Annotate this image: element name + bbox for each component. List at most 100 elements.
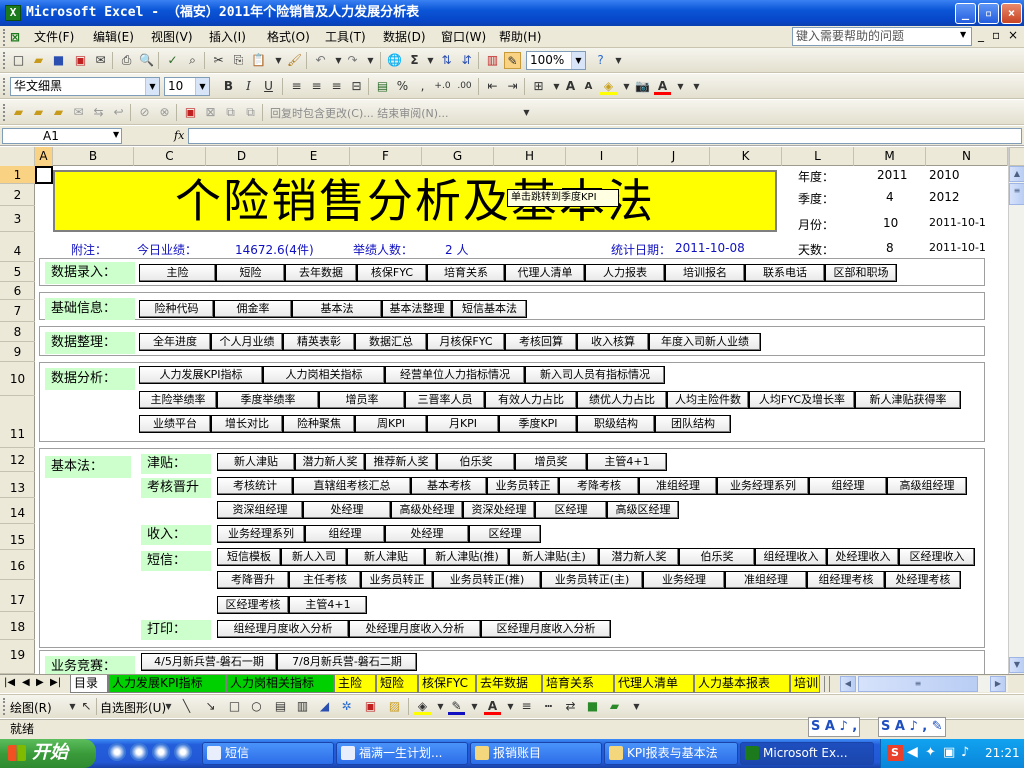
btn-commission-rate[interactable]: 佣金率: [214, 300, 292, 318]
row-header-18[interactable]: 18: [0, 612, 35, 640]
clock[interactable]: 21:21: [985, 746, 1020, 760]
column-header-j[interactable]: J: [638, 147, 710, 166]
redo-dropdown-icon[interactable]: ▼: [362, 52, 379, 69]
picture-icon[interactable]: ▨: [386, 698, 403, 715]
row-header-8[interactable]: 8: [0, 322, 35, 342]
row-header-4[interactable]: 4: [0, 232, 35, 262]
btn-assessment-recalc[interactable]: 考核回算: [505, 333, 577, 351]
btn-product-focus[interactable]: 险种聚焦: [283, 415, 355, 433]
btn-sms-associate-group-mgr[interactable]: 准组经理: [725, 571, 807, 589]
btn-last-year-data[interactable]: 去年数据: [285, 264, 357, 282]
hscroll-thumb[interactable]: ≡: [858, 676, 978, 692]
column-header-d[interactable]: D: [206, 147, 278, 166]
btn-monthly-fyc[interactable]: 月核保FYC: [427, 333, 505, 351]
vertical-textbox-icon[interactable]: ▥: [294, 698, 311, 715]
btn-associate-group-mgr[interactable]: 准组经理: [639, 477, 717, 495]
btn-income-business-mgr[interactable]: 业务经理系列: [217, 525, 305, 543]
prev-sheet-icon[interactable]: ◀: [22, 677, 30, 688]
btn-growth-compare[interactable]: 增长对比: [211, 415, 283, 433]
btn-sms-potential[interactable]: 潜力新人奖: [599, 548, 679, 566]
btn-new-hire-indicators[interactable]: 新入司人员有指标情况: [525, 366, 665, 384]
column-header-k[interactable]: K: [710, 147, 782, 166]
row-header-2[interactable]: 2: [0, 184, 35, 206]
task-excel[interactable]: Microsoft Ex...: [740, 742, 874, 765]
fx-icon[interactable]: fx: [174, 129, 184, 142]
btn-sms-division-income[interactable]: 处经理收入: [827, 548, 899, 566]
btn-quarter-kpi[interactable]: 季度KPI: [499, 415, 577, 433]
font-name-dropdown-icon[interactable]: ▼: [145, 78, 159, 95]
undo-icon[interactable]: ↶: [312, 52, 329, 69]
drawing-options-icon[interactable]: ▼: [628, 698, 645, 715]
merge-center-icon[interactable]: ⊟: [348, 78, 365, 95]
merge-icon[interactable]: ⧉: [242, 104, 259, 121]
btn-senior-division-mgr[interactable]: 高级处经理: [391, 501, 463, 519]
btn-referral-award[interactable]: 推荐新人奖: [365, 453, 437, 471]
btn-sms-supervisor-assessment[interactable]: 主任考核: [289, 571, 361, 589]
grow-font-icon[interactable]: A: [562, 78, 579, 95]
name-box-dropdown-icon[interactable]: ▼: [113, 130, 119, 139]
ime-toolbar-1[interactable]: S A ♪ ,: [808, 717, 861, 737]
btn-data-summary[interactable]: 数据汇总: [355, 333, 427, 351]
column-header-a[interactable]: A: [35, 147, 53, 166]
paste-icon[interactable]: 📋: [250, 52, 267, 69]
horizontal-scrollbar[interactable]: ◀ ≡ ▶: [840, 676, 1008, 692]
sort-ascending-icon[interactable]: ⇅: [438, 52, 455, 69]
scroll-right-button[interactable]: ▶: [990, 676, 1006, 692]
btn-veteran-division-mgr[interactable]: 资深处经理: [463, 501, 535, 519]
spelling-icon[interactable]: ✓: [164, 52, 181, 69]
btn-assessment-stats[interactable]: 考核统计: [217, 477, 293, 495]
task-fuman-plan[interactable]: 福满一生计划...: [336, 742, 468, 765]
btn-senior-group-mgr[interactable]: 高级组经理: [887, 477, 967, 495]
btn-sms-district-mgr-assessment[interactable]: 区经理考核: [217, 596, 289, 614]
compare-icon[interactable]: ⧉: [222, 104, 239, 121]
btn-print-district-income[interactable]: 区经理月度收入分析: [481, 620, 611, 638]
italic-icon[interactable]: I: [240, 78, 257, 95]
increase-decimal-icon[interactable]: +.0: [434, 78, 451, 95]
btn-basic-law-org[interactable]: 基本法整理: [382, 300, 452, 318]
btn-bootcamp-2[interactable]: 7/8月新兵营-磐石二期: [277, 653, 417, 671]
btn-basic-law[interactable]: 基本法: [292, 300, 382, 318]
btn-kpi-indicators[interactable]: 人力发展KPI指标: [139, 366, 263, 384]
btn-active-ratio[interactable]: 有效人力占比: [485, 391, 577, 409]
diagram-icon[interactable]: ✲: [338, 698, 355, 715]
btn-sms-division-mgr-assessment[interactable]: 处经理考核: [885, 571, 961, 589]
scroll-up-button[interactable]: ▲: [1009, 166, 1024, 182]
messenger-quicklaunch-icon[interactable]: [152, 743, 170, 761]
line-color-icon[interactable]: ✎: [448, 698, 465, 715]
menu-window[interactable]: 窗口(W): [441, 29, 486, 45]
align-right-icon[interactable]: ≡: [328, 78, 345, 95]
oval-icon[interactable]: ○: [248, 698, 265, 715]
first-sheet-icon[interactable]: |◀: [4, 677, 15, 688]
btn-performance-platform[interactable]: 业绩平台: [139, 415, 211, 433]
row-header-6[interactable]: 6: [0, 282, 35, 300]
btn-manpower-report[interactable]: 人力报表: [585, 264, 665, 282]
fill-color-draw-icon[interactable]: ◈: [414, 698, 431, 715]
send-mail-icon[interactable]: ✉: [70, 104, 87, 121]
copy-icon[interactable]: ⎘: [230, 52, 247, 69]
row-header-14[interactable]: 14: [0, 498, 35, 524]
btn-elite-award[interactable]: 精英表彰: [283, 333, 355, 351]
btn-income-calc[interactable]: 收入核算: [577, 333, 649, 351]
reply-icon[interactable]: ↩: [110, 104, 127, 121]
btn-product-code[interactable]: 险种代码: [139, 300, 214, 318]
btn-sms-mentor[interactable]: 伯乐奖: [679, 548, 755, 566]
row-header-13[interactable]: 13: [0, 472, 35, 498]
minimize-button[interactable]: _: [955, 3, 976, 24]
line-color-dropdown-icon[interactable]: ▼: [466, 698, 483, 715]
btn-sms-demotion-promotion[interactable]: 考降晋升: [217, 571, 289, 589]
row-header-3[interactable]: 3: [0, 206, 35, 232]
review-actions-label[interactable]: 回复时包含更改(C)... 结束审阅(N)...: [270, 105, 449, 121]
btn-senior-group-mgr-2[interactable]: 资深组经理: [217, 501, 303, 519]
btn-sms-group-mgr-assessment[interactable]: 组经理考核: [807, 571, 885, 589]
fill-color-draw-dropdown-icon[interactable]: ▼: [432, 698, 449, 715]
workbook-icon[interactable]: ⊠: [10, 29, 20, 45]
btn-district-mgr[interactable]: 区经理: [535, 501, 607, 519]
toolbar-options-icon[interactable]: ▼: [610, 52, 627, 69]
draw-menu[interactable]: 绘图(R): [10, 699, 52, 716]
btn-training-signup[interactable]: 培训报名: [665, 264, 745, 282]
btn-recruit-rate[interactable]: 增员率: [319, 391, 405, 409]
percent-icon[interactable]: %: [394, 78, 411, 95]
btn-monthly-kpi[interactable]: 月KPI: [427, 415, 499, 433]
task-reimbursement[interactable]: 报销账目: [470, 742, 602, 765]
ie-quicklaunch-icon[interactable]: [108, 743, 126, 761]
